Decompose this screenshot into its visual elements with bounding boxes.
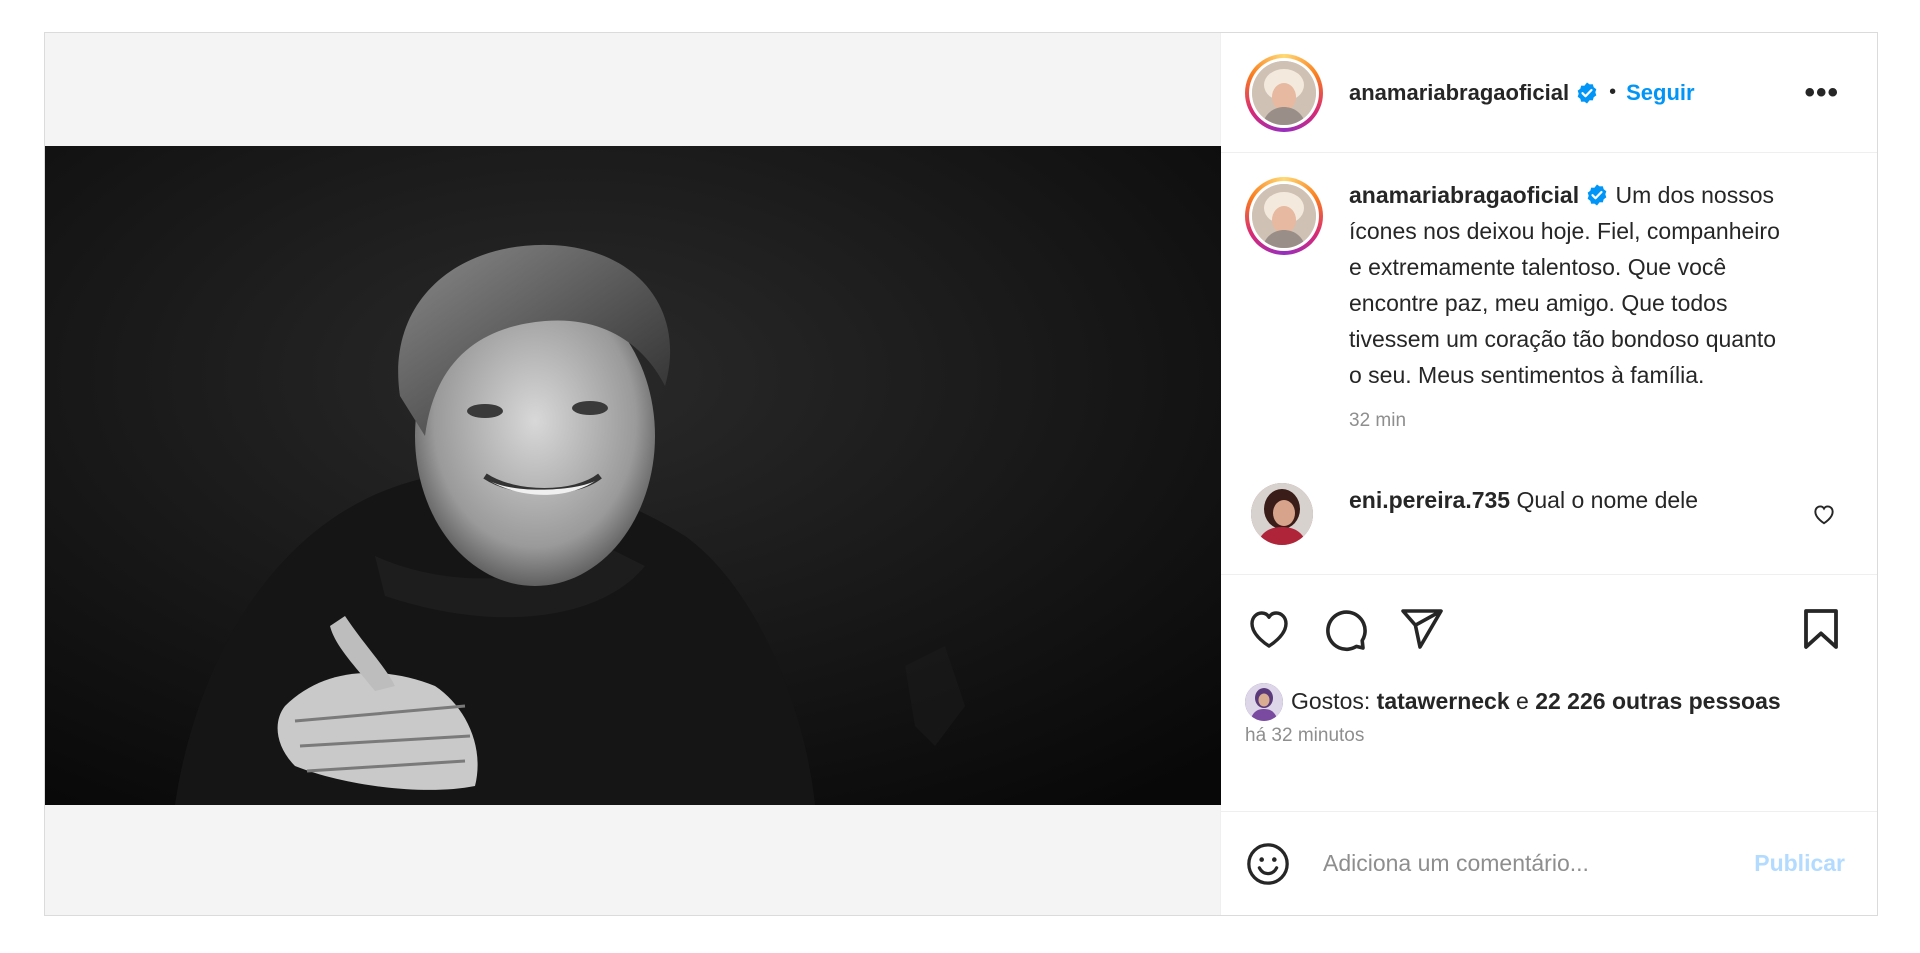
- emoji-icon[interactable]: [1245, 841, 1291, 887]
- caption: anamariabragaoficial Um dos nossos ícone…: [1245, 177, 1853, 439]
- caption-text: Um dos nossos ícones nos deixou hoje. Fi…: [1349, 182, 1780, 388]
- comment-body: eni.pereira.735 Qual o nome dele: [1349, 483, 1811, 515]
- caption-avatar-image: [1252, 184, 1316, 248]
- publish-button[interactable]: Publicar: [1754, 850, 1845, 877]
- commenter-avatar[interactable]: [1251, 483, 1313, 545]
- bookmark-icon[interactable]: [1797, 605, 1845, 653]
- follow-button[interactable]: Seguir: [1626, 80, 1694, 106]
- author-avatar[interactable]: [1245, 53, 1323, 132]
- author-avatar-image: [1252, 60, 1316, 125]
- comments-section[interactable]: anamariabragaoficial Um dos nossos ícone…: [1221, 153, 1877, 575]
- likes-prefix: Gostos:: [1291, 688, 1377, 714]
- caption-timestamp[interactable]: 32 min: [1349, 403, 1789, 439]
- comment-text: Qual o nome dele: [1516, 487, 1699, 513]
- heart-icon[interactable]: [1245, 605, 1293, 653]
- commenter-username[interactable]: eni.pereira.735: [1349, 487, 1510, 513]
- post-media: [45, 33, 1221, 915]
- post-header: anamariabragaoficial • Seguir •••: [1221, 33, 1877, 153]
- action-bar: [1221, 575, 1877, 683]
- comment-heart-icon[interactable]: [1811, 501, 1837, 527]
- caption-body: anamariabragaoficial Um dos nossos ícone…: [1349, 177, 1789, 439]
- post-photo[interactable]: [45, 146, 1221, 805]
- likes-text: Gostos: tatawerneck e 22 226 outras pess…: [1291, 683, 1781, 719]
- comment-composer: Publicar: [1221, 811, 1877, 915]
- photo-image: [45, 146, 1221, 805]
- comment-item: eni.pereira.735 Qual o nome dele: [1245, 483, 1853, 545]
- verified-icon: [1587, 184, 1607, 206]
- likes-connector: e: [1509, 688, 1536, 714]
- caption-avatar[interactable]: [1245, 177, 1323, 255]
- share-icon[interactable]: [1397, 605, 1445, 653]
- more-icon[interactable]: •••: [1804, 76, 1853, 110]
- separator-dot: •: [1609, 81, 1617, 103]
- author-username[interactable]: anamariabragaoficial: [1349, 80, 1569, 106]
- verified-icon: [1577, 82, 1597, 103]
- caption-username[interactable]: anamariabragaoficial: [1349, 182, 1579, 208]
- comment-input[interactable]: [1321, 849, 1755, 878]
- likes-summary: Gostos: tatawerneck e 22 226 outras pess…: [1221, 683, 1877, 721]
- first-liker[interactable]: tatawerneck: [1377, 688, 1510, 714]
- liker-avatar[interactable]: [1245, 683, 1283, 721]
- comment-icon[interactable]: [1321, 605, 1369, 653]
- post-sidebar: anamariabragaoficial • Seguir ••• anamar…: [1221, 33, 1877, 915]
- posted-time[interactable]: há 32 minutos: [1221, 721, 1877, 747]
- likes-others[interactable]: 22 226 outras pessoas: [1535, 688, 1780, 714]
- instagram-post: anamariabragaoficial • Seguir ••• anamar…: [44, 32, 1878, 916]
